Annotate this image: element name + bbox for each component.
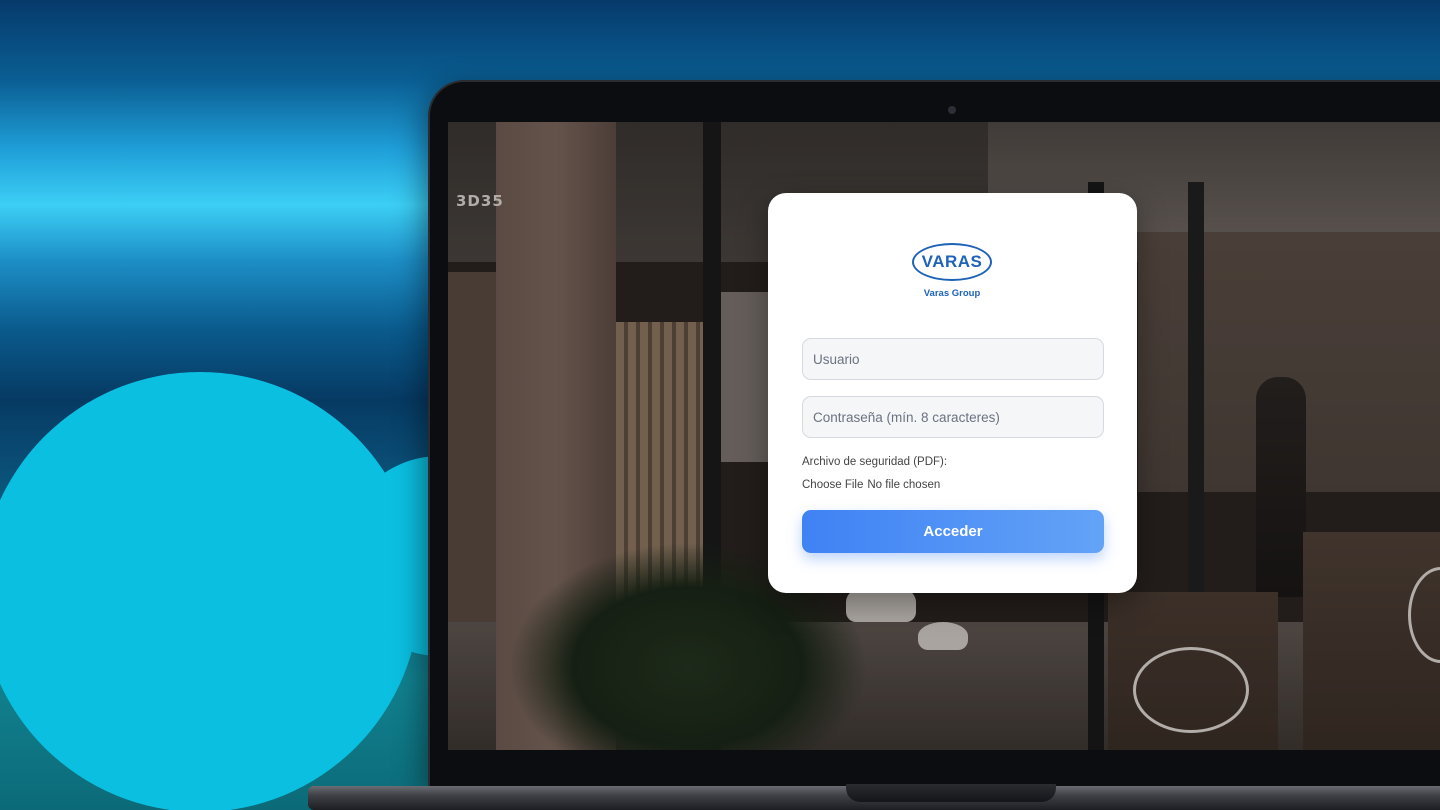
brand-wordmark: VARAS — [912, 243, 992, 281]
laptop-notch — [846, 784, 1056, 802]
camera-icon — [948, 106, 956, 114]
page-background: 3D35 VARAS Varas Group Archivo de seguri… — [0, 0, 1440, 810]
username-field[interactable] — [802, 338, 1104, 380]
file-status: No file chosen — [867, 479, 941, 491]
brand-logo: VARAS Varas Group — [912, 243, 994, 305]
brand-subtitle: Varas Group — [923, 288, 981, 299]
password-field[interactable] — [802, 396, 1104, 438]
submit-button[interactable]: Acceder — [802, 510, 1104, 553]
file-label: Archivo de seguridad (PDF): — [802, 456, 948, 468]
choose-file-button[interactable]: Choose File — [802, 479, 863, 491]
login-card: VARAS Varas Group Archivo de seguridad (… — [768, 193, 1137, 593]
file-input[interactable]: Choose File No file chosen — [802, 479, 940, 491]
